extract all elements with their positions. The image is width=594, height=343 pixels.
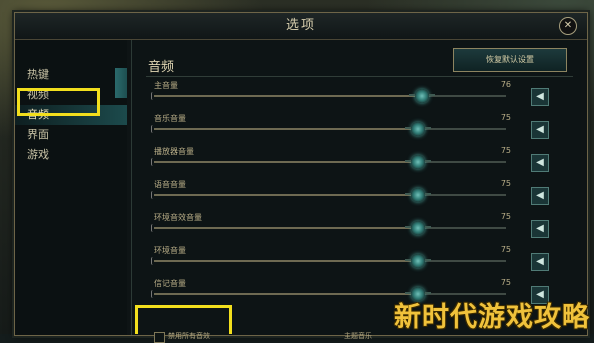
speaker-icon[interactable]: ◀ xyxy=(531,121,549,139)
slider-fill xyxy=(154,260,418,262)
slider-value: 75 xyxy=(500,278,511,287)
slider-value: 75 xyxy=(500,146,511,155)
slider-knob-icon[interactable] xyxy=(405,122,431,136)
slider-label: 环境音量 xyxy=(154,246,186,255)
speaker-icon[interactable]: ◀ xyxy=(531,88,549,106)
restore-defaults-button[interactable]: 恢复默认设置 xyxy=(453,48,567,72)
volume-slider-row: 语音音量 75 ◀ xyxy=(132,179,581,213)
watermark: 新时代游戏攻略 xyxy=(394,302,590,333)
sidebar-item-label: 游戏 xyxy=(27,148,49,161)
theme-music-label: 主题音乐 xyxy=(344,332,372,340)
section-title: 音频 xyxy=(148,60,175,75)
volume-slider[interactable] xyxy=(151,122,506,136)
slider-knob-icon[interactable] xyxy=(405,221,431,235)
window-title: 选项 xyxy=(285,18,316,33)
highlight-box-audio-tab xyxy=(17,88,100,116)
slider-value: 75 xyxy=(500,113,511,122)
sidebar-item-label: 界面 xyxy=(27,128,49,141)
speaker-icon[interactable]: ◀ xyxy=(531,253,549,271)
volume-slider[interactable] xyxy=(151,188,506,202)
slider-label: 信记音量 xyxy=(154,279,186,288)
volume-slider-row: 环境音量 75 ◀ xyxy=(132,245,581,279)
slider-label: 环境音效音量 xyxy=(154,213,202,222)
slider-label: 主音量 xyxy=(154,81,178,90)
volume-slider-row: 环境音效音量 75 ◀ xyxy=(132,212,581,246)
active-tab-indicator xyxy=(115,68,127,98)
sidebar-item-label: 热键 xyxy=(27,68,49,81)
volume-slider[interactable] xyxy=(151,254,506,268)
slider-knob-icon[interactable] xyxy=(405,155,431,169)
sidebar-item-hotkeys[interactable]: 热键 xyxy=(15,65,127,85)
slider-value: 75 xyxy=(500,179,511,188)
slider-fill xyxy=(154,161,418,163)
slider-value: 75 xyxy=(500,212,511,221)
slider-knob-icon[interactable] xyxy=(405,254,431,268)
volume-slider-row: 主音量 76 ◀ xyxy=(132,80,581,114)
slider-label: 播放器音量 xyxy=(154,147,194,156)
speaker-icon[interactable]: ◀ xyxy=(531,187,549,205)
volume-slider[interactable] xyxy=(151,89,506,103)
audio-panel: 音频 恢复默认设置 主音量 76 ◀ 音乐音量 75 ◀ 播放器音量 75 ◀ 语音音量 75 ◀ 环境… xyxy=(131,40,581,343)
speaker-icon[interactable]: ◀ xyxy=(531,154,549,172)
title-bar: 选项 ✕ xyxy=(15,13,587,40)
close-icon[interactable]: ✕ xyxy=(559,17,577,35)
slider-fill xyxy=(154,293,418,295)
slider-value: 76 xyxy=(500,80,511,89)
volume-slider-row: 播放器音量 75 ◀ xyxy=(132,146,581,180)
speaker-icon[interactable]: ◀ xyxy=(531,220,549,238)
volume-slider[interactable] xyxy=(151,155,506,169)
slider-label: 语音音量 xyxy=(154,180,186,189)
slider-value: 75 xyxy=(500,245,511,254)
volume-slider[interactable] xyxy=(151,221,506,235)
slider-knob-icon[interactable] xyxy=(405,188,431,202)
sidebar: 热键 视频 音频 界面 游戏 xyxy=(15,40,127,335)
slider-fill xyxy=(154,194,418,196)
slider-fill xyxy=(154,128,418,130)
slider-fill xyxy=(154,95,422,97)
sidebar-item-interface[interactable]: 界面 xyxy=(15,125,127,145)
volume-slider-row: 音乐音量 75 ◀ xyxy=(132,113,581,147)
highlight-box-mute-all xyxy=(135,305,232,334)
divider xyxy=(146,76,573,77)
slider-label: 音乐音量 xyxy=(154,114,186,123)
slider-knob-icon[interactable] xyxy=(408,89,435,103)
options-window: 选项 ✕ 热键 视频 音频 界面 游戏 音频 恢复默认设置 主音量 76 ◀ 音乐音量… xyxy=(14,12,588,343)
sidebar-item-game[interactable]: 游戏 xyxy=(15,145,127,165)
slider-fill xyxy=(154,227,418,229)
